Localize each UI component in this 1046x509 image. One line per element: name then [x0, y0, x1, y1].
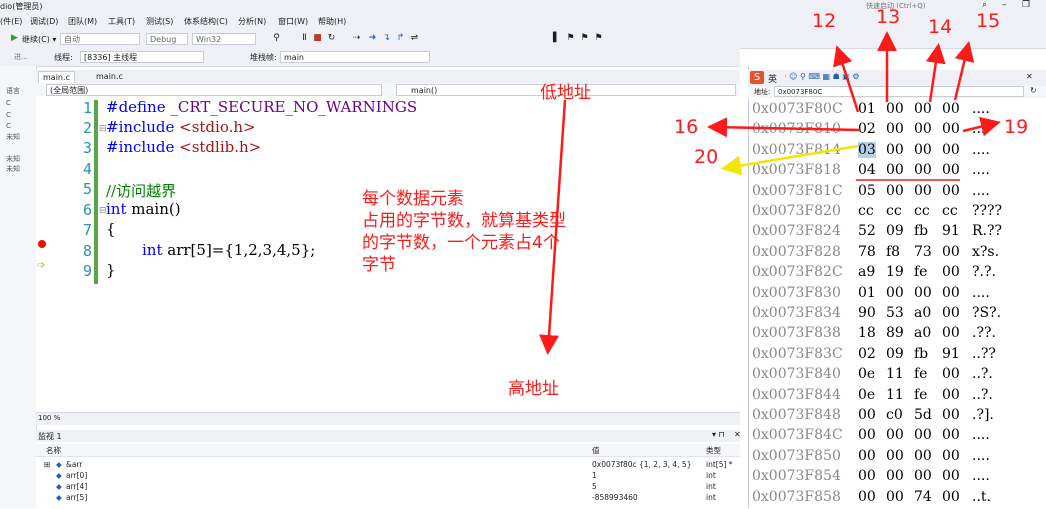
label-14: 14	[928, 16, 953, 38]
arrow-14	[925, 43, 946, 103]
arrow-20	[721, 144, 859, 176]
annotation-overlay	[539, 31, 1001, 355]
arrow-16	[707, 117, 861, 138]
arrow-15	[953, 41, 975, 101]
label-13: 13	[876, 6, 901, 28]
label-20: 20	[694, 146, 719, 168]
arrow-12	[833, 45, 860, 113]
label-16: 16	[674, 116, 699, 138]
label-19: 19	[1004, 116, 1029, 138]
label-15: 15	[976, 10, 1001, 32]
label-12: 12	[812, 10, 837, 32]
arrow-19	[962, 116, 1001, 137]
low-to-high-arrow	[539, 99, 567, 355]
